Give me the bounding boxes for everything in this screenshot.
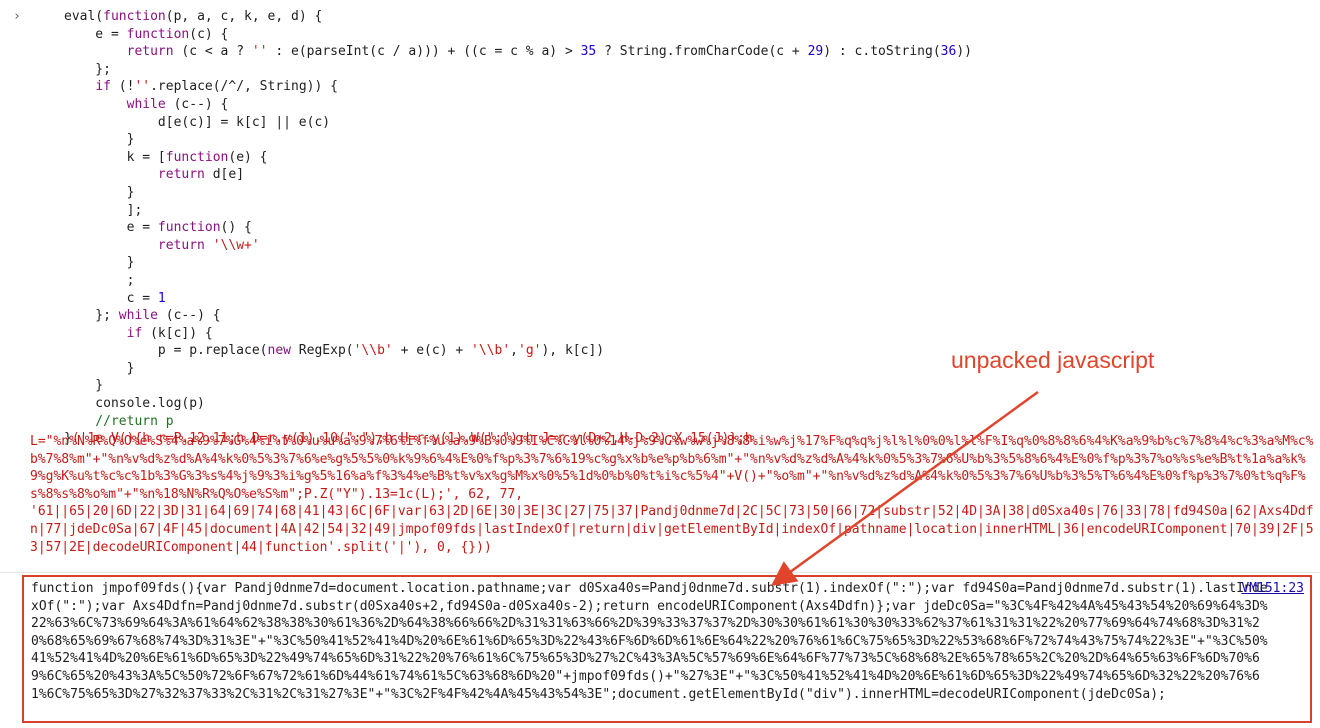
- code-line: console.log(p): [64, 396, 205, 412]
- code-line: return d[e]: [157, 167, 245, 183]
- code-line: ;: [64, 272, 135, 288]
- code-line: k = [function(e) {: [64, 149, 268, 165]
- code-line: }: [64, 255, 135, 271]
- code-line: e = function() {: [64, 220, 252, 236]
- annotation-label: unpacked javascript: [951, 347, 1155, 373]
- code-line: c = 1: [64, 290, 166, 306]
- code-line: eval(function(p, a, c, k, e, d) {: [64, 9, 323, 24]
- packed-string-literal: L="%n%N%R%Q%O%e%S%4%a%9%7%G%4%i%f%0%u%u%…: [30, 434, 1314, 555]
- code-line: return (c < a ? '' : e(parseInt(c / a)))…: [126, 44, 972, 60]
- code-line: };: [64, 61, 111, 77]
- code-line: }: [64, 184, 135, 200]
- code-line: }: [64, 378, 104, 394]
- source-link[interactable]: VM151:23: [1241, 580, 1304, 598]
- code-line: if (k[c]) {: [126, 325, 213, 341]
- code-line: }: [64, 360, 135, 376]
- eval-code-block: eval(function(p, a, c, k, e, d) { e = fu…: [64, 8, 972, 448]
- code-line: }; while (c--) {: [64, 308, 221, 324]
- code-line: //return p: [64, 413, 174, 429]
- code-line: if (!''.replace(/^/, String)) {: [95, 79, 338, 95]
- unpacked-output-text: function jmpof09fds(){var Pandj0dnme7d=d…: [31, 581, 1268, 702]
- code-line: return '\\w+': [157, 237, 260, 253]
- code-line: p = p.replace(new RegExp('\\b' + e(c) + …: [64, 343, 605, 359]
- code-line: e = function(c) {: [64, 26, 229, 42]
- code-line: ];: [64, 202, 143, 218]
- code-line: while (c--) {: [126, 96, 229, 112]
- console-input-entry: › eval(function(p, a, c, k, e, d) { e = …: [0, 0, 1320, 573]
- expand-chevron-icon[interactable]: ›: [13, 9, 21, 24]
- code-line: d[e(c)] = k[c] || e(c): [64, 114, 331, 130]
- code-line: }: [64, 132, 135, 148]
- console-output-box: function jmpof09fds(){var Pandj0dnme7d=d…: [22, 575, 1312, 723]
